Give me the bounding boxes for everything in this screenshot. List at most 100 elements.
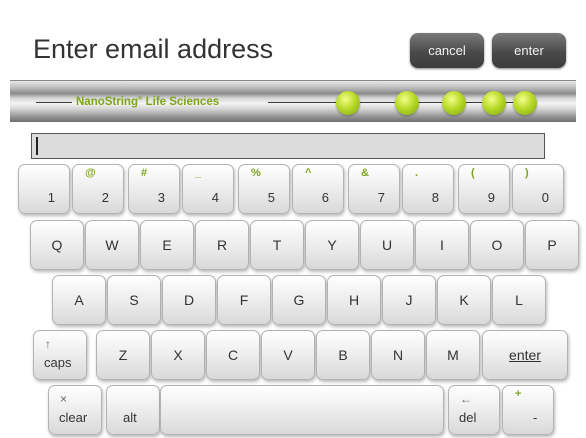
caps-arrow-icon: ↑: [45, 337, 51, 351]
progress-dot-1: [336, 91, 360, 115]
key-8-label: 8: [431, 190, 439, 205]
clear-key[interactable]: × clear: [48, 385, 102, 435]
key-f[interactable]: F: [217, 275, 271, 325]
key-a[interactable]: A: [52, 275, 106, 325]
key-0-alt-label: ): [525, 167, 529, 179]
key-2-alt-label: @: [85, 167, 96, 179]
page-title: Enter email address: [33, 34, 274, 64]
key-v-label: V: [283, 347, 293, 363]
key-3[interactable]: #3: [128, 164, 180, 214]
key-i[interactable]: I: [415, 220, 469, 270]
key-i-label: I: [440, 237, 444, 253]
key-b[interactable]: B: [316, 330, 370, 380]
key-w[interactable]: W: [85, 220, 139, 270]
key-o-label: O: [491, 237, 503, 253]
brand-name: NanoString: [76, 96, 138, 108]
key-4-alt-label: _: [195, 167, 202, 179]
key-a-label: A: [74, 292, 84, 308]
key-e[interactable]: E: [140, 220, 194, 270]
key-3-alt-label: #: [141, 167, 148, 179]
key-3-label: 3: [157, 190, 165, 205]
alt-key-label: alt: [123, 410, 137, 425]
key-u[interactable]: U: [360, 220, 414, 270]
key-4-label: 4: [211, 190, 219, 205]
key-x[interactable]: X: [151, 330, 205, 380]
key-7-label: 7: [377, 190, 385, 205]
key-p[interactable]: P: [525, 220, 579, 270]
key-6-label: 6: [321, 190, 329, 205]
key-v[interactable]: V: [261, 330, 315, 380]
email-input[interactable]: [31, 133, 545, 159]
key-0[interactable]: ) 0: [512, 164, 564, 214]
key-j-label: J: [405, 292, 413, 308]
key-9[interactable]: (9: [458, 164, 510, 214]
key-s[interactable]: S: [107, 275, 161, 325]
key-5-alt-label: %: [251, 167, 261, 179]
delete-key-label: del: [459, 410, 477, 425]
brand-suffix: Life Sciences: [142, 96, 220, 108]
key-h-label: H: [348, 292, 360, 308]
enter-button[interactable]: enter: [492, 33, 566, 68]
key-1-label: 1: [47, 190, 55, 205]
key-q-label: Q: [51, 237, 63, 253]
brand-logo-text: NanoString® Life Sciences: [76, 96, 219, 108]
key-t[interactable]: T: [250, 220, 304, 270]
key-y[interactable]: Y: [305, 220, 359, 270]
key-n[interactable]: N: [371, 330, 425, 380]
key-7-alt-label: &: [361, 167, 369, 179]
enter-key-label: enter: [509, 347, 541, 363]
key-6[interactable]: ^ 6: [292, 164, 344, 214]
progress-dot-3: [442, 91, 466, 115]
key-k[interactable]: K: [437, 275, 491, 325]
key-f-label: F: [239, 292, 249, 308]
key-4[interactable]: _ 4: [182, 164, 234, 214]
caps-key[interactable]: ↑ caps: [33, 330, 87, 380]
key-b-label: B: [338, 347, 348, 363]
key-o[interactable]: O: [470, 220, 524, 270]
clear-x-icon: ×: [60, 392, 68, 406]
key-7[interactable]: & 7: [348, 164, 400, 214]
key-k-label: K: [459, 292, 469, 308]
key-s-label: S: [129, 292, 139, 308]
alt-key[interactable]: alt: [106, 385, 160, 435]
key-u-label: U: [381, 237, 393, 253]
key-h[interactable]: H: [327, 275, 381, 325]
key-r[interactable]: R: [195, 220, 249, 270]
key-w-label: W: [105, 237, 119, 253]
key-z[interactable]: Z: [96, 330, 150, 380]
text-caret: [36, 137, 38, 155]
key-5[interactable]: % 5: [238, 164, 290, 214]
key-g-label: G: [293, 292, 305, 308]
brand-line-left: [36, 102, 72, 103]
key-m[interactable]: M: [426, 330, 480, 380]
minus-key[interactable]: + -: [502, 385, 554, 435]
key-d-label: D: [183, 292, 195, 308]
progress-dot-5: [513, 91, 537, 115]
space-key[interactable]: [160, 385, 444, 435]
key-1[interactable]: 1: [18, 164, 70, 214]
key-d[interactable]: D: [162, 275, 216, 325]
key-q[interactable]: Q: [30, 220, 84, 270]
cancel-button[interactable]: cancel: [410, 33, 484, 68]
key-m-label: M: [447, 347, 459, 363]
key-c[interactable]: C: [206, 330, 260, 380]
enter-key[interactable]: enter: [482, 330, 568, 380]
key-8[interactable]: .8: [402, 164, 454, 214]
key-g[interactable]: G: [272, 275, 326, 325]
caps-key-label: caps: [44, 355, 72, 370]
key-c-label: C: [227, 347, 239, 363]
clear-key-label: clear: [59, 410, 88, 425]
plus-label: +: [515, 388, 522, 400]
key-p-label: P: [547, 237, 557, 253]
key-z-label: Z: [118, 347, 128, 363]
progress-dot-2: [395, 91, 419, 115]
key-8-alt-label: .: [415, 167, 419, 179]
delete-key[interactable]: ← del: [448, 385, 500, 435]
brand-bar: NanoString® Life Sciences: [10, 80, 576, 122]
key-2[interactable]: @2: [72, 164, 124, 214]
minus-key-label: -: [533, 410, 538, 425]
key-j[interactable]: J: [382, 275, 436, 325]
key-n-label: N: [392, 347, 404, 363]
key-e-label: E: [162, 237, 172, 253]
key-l[interactable]: L: [492, 275, 546, 325]
